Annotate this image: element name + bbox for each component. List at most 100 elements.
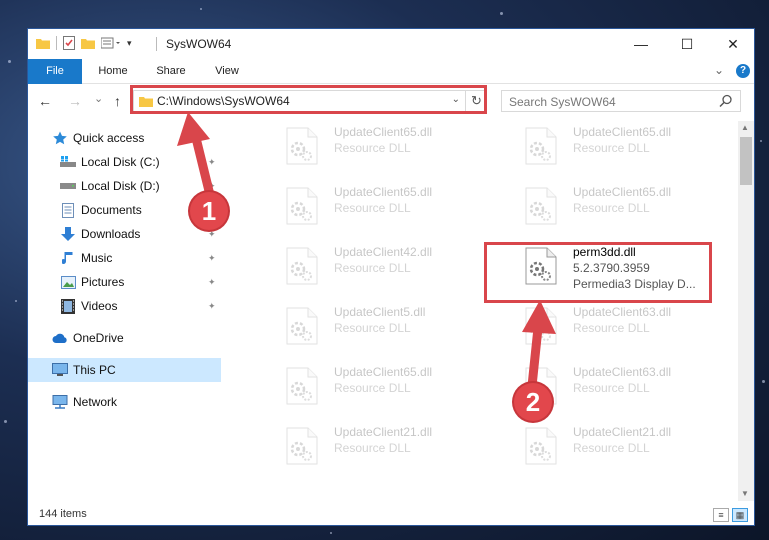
view-toggle: ≡ ▦ [713, 508, 748, 522]
file-detail: Resource DLL [334, 321, 411, 335]
file-item[interactable]: UpdateClient63.dll Resource DLL [519, 301, 736, 349]
sidebar-item-label: Pictures [81, 275, 125, 289]
tab-home[interactable]: Home [92, 59, 134, 84]
sidebar-item-label: Local Disk (D:) [81, 179, 160, 193]
scroll-down-icon[interactable]: ▼ [741, 489, 749, 498]
file-item[interactable]: UpdateClient65.dll Resource DLL [280, 121, 510, 169]
item-count: 144 items [39, 508, 87, 520]
sidebar-item-label: Music [81, 251, 113, 265]
sidebar-item-local-disk-d[interactable]: Local Disk (D:) ✦ [28, 174, 221, 198]
file-detail: Resource DLL [334, 201, 411, 215]
recent-locations-icon[interactable]: ⌄ [94, 92, 103, 105]
ribbon-tabs: File Home Share View ⌄ ? [28, 59, 754, 84]
file-item[interactable]: UpdateClient5.dll Resource DLL [280, 301, 510, 349]
new-folder-icon[interactable] [81, 37, 95, 49]
file-detail: Resource DLL [334, 261, 411, 275]
dll-file-icon [525, 127, 557, 165]
sidebar-item-downloads[interactable]: Downloads ✦ [28, 222, 221, 246]
sidebar-item-music[interactable]: Music ✦ [28, 246, 221, 270]
divider [156, 37, 157, 51]
divider [56, 36, 57, 50]
sidebar-item-label: Quick access [73, 131, 145, 145]
file-detail: Resource DLL [573, 201, 650, 215]
drive-icon [60, 178, 76, 194]
sidebar-item-label: Local Disk (C:) [81, 155, 160, 169]
file-name: UpdateClient65.dll [573, 125, 672, 139]
navigation-pane: Quick access Local Disk (C:) ✦ Local Dis… [28, 121, 221, 501]
up-arrow-icon[interactable]: ↑ [114, 93, 121, 109]
dll-file-icon [286, 187, 318, 225]
sidebar-item-pictures[interactable]: Pictures ✦ [28, 270, 221, 294]
maximize-button[interactable]: ☐ [664, 29, 710, 59]
status-bar: 144 items ≡ ▦ [28, 505, 754, 525]
folder-icon[interactable] [36, 37, 50, 49]
sidebar-item-label: OneDrive [73, 331, 124, 345]
tab-view[interactable]: View [206, 59, 248, 84]
file-name: UpdateClient65.dll [334, 185, 433, 199]
file-item[interactable]: UpdateClient65.dll Resource DLL [519, 181, 736, 229]
back-arrow-icon[interactable]: ← [38, 93, 52, 109]
help-icon[interactable]: ? [736, 64, 750, 78]
scroll-up-icon[interactable]: ▲ [741, 123, 749, 132]
sidebar-item-videos[interactable]: Videos ✦ [28, 294, 221, 318]
search-placeholder: Search SysWOW64 [509, 95, 616, 109]
sidebar-item-this-pc[interactable]: This PC [28, 358, 221, 382]
dll-file-icon [286, 307, 318, 345]
star-icon [52, 130, 68, 146]
tab-file[interactable]: File [28, 59, 82, 84]
scroll-thumb[interactable] [740, 137, 752, 185]
file-item[interactable]: UpdateClient21.dll Resource DLL [519, 421, 736, 469]
file-item[interactable]: UpdateClient65.dll Resource DLL [519, 121, 736, 169]
sidebar-item-onedrive[interactable]: OneDrive [28, 326, 221, 350]
file-item[interactable]: UpdateClient65.dll Resource DLL [280, 361, 510, 409]
search-icon[interactable] [719, 94, 733, 108]
dll-file-icon [286, 127, 318, 165]
file-item[interactable]: UpdateClient21.dll Resource DLL [280, 421, 510, 469]
forward-arrow-icon[interactable]: → [68, 93, 82, 109]
properties-icon[interactable] [63, 36, 75, 50]
file-name: UpdateClient5.dll [334, 305, 426, 319]
sidebar-item-local-disk-c[interactable]: Local Disk (C:) ✦ [28, 150, 221, 174]
step-2-badge: 2 [514, 383, 552, 421]
file-item[interactable]: UpdateClient65.dll Resource DLL [280, 181, 510, 229]
file-name: UpdateClient65.dll [334, 365, 433, 379]
search-input[interactable]: Search SysWOW64 [501, 90, 741, 112]
pin-icon[interactable]: ✦ [208, 229, 216, 240]
dll-file-icon [286, 367, 318, 405]
sidebar-item-quick-access[interactable]: Quick access [28, 126, 221, 150]
file-detail: Resource DLL [334, 381, 411, 395]
dll-file-icon [525, 427, 557, 465]
minimize-button[interactable]: — [618, 29, 664, 59]
file-item[interactable]: UpdateClient42.dll Resource DLL [280, 241, 510, 289]
address-highlight-box [130, 85, 487, 114]
file-detail: Resource DLL [573, 141, 650, 155]
close-button[interactable]: ✕ [710, 29, 754, 59]
pin-icon[interactable]: ✦ [208, 301, 216, 312]
pin-icon[interactable]: ✦ [208, 181, 216, 192]
tab-share[interactable]: Share [150, 59, 192, 84]
pin-icon[interactable]: ✦ [208, 253, 216, 264]
file-name: UpdateClient21.dll [334, 425, 433, 439]
file-list: UpdateClient65.dll Resource DLL UpdateClie… [242, 121, 736, 501]
sidebar-item-label: Downloads [81, 227, 141, 241]
dll-file-icon [286, 427, 318, 465]
sidebar-item-label: Videos [81, 299, 118, 313]
pin-icon[interactable]: ✦ [208, 157, 216, 168]
file-name: UpdateClient63.dll [573, 365, 672, 379]
documents-icon [60, 202, 76, 218]
file-highlight-box [484, 242, 712, 303]
details-view-icon[interactable]: ≡ [713, 508, 729, 522]
title-bar: ▾ SysWOW64 — ☐ ✕ [28, 29, 754, 59]
tiles-view-icon[interactable]: ▦ [732, 508, 748, 522]
sidebar-item-label: This PC [73, 363, 116, 377]
file-detail: Resource DLL [573, 321, 650, 335]
vertical-scrollbar[interactable]: ▲ ▼ [738, 121, 754, 501]
sidebar-item-network[interactable]: Network [28, 390, 221, 414]
window-title: SysWOW64 [166, 37, 232, 51]
toolbar-dropdown-icon[interactable]: ▾ [127, 38, 132, 49]
pin-icon[interactable]: ✦ [208, 277, 216, 288]
pictures-icon [60, 274, 76, 290]
ribbon-expand-icon[interactable]: ⌄ [714, 63, 724, 77]
file-name: UpdateClient42.dll [334, 245, 433, 259]
customize-toolbar-icon[interactable] [101, 37, 121, 49]
